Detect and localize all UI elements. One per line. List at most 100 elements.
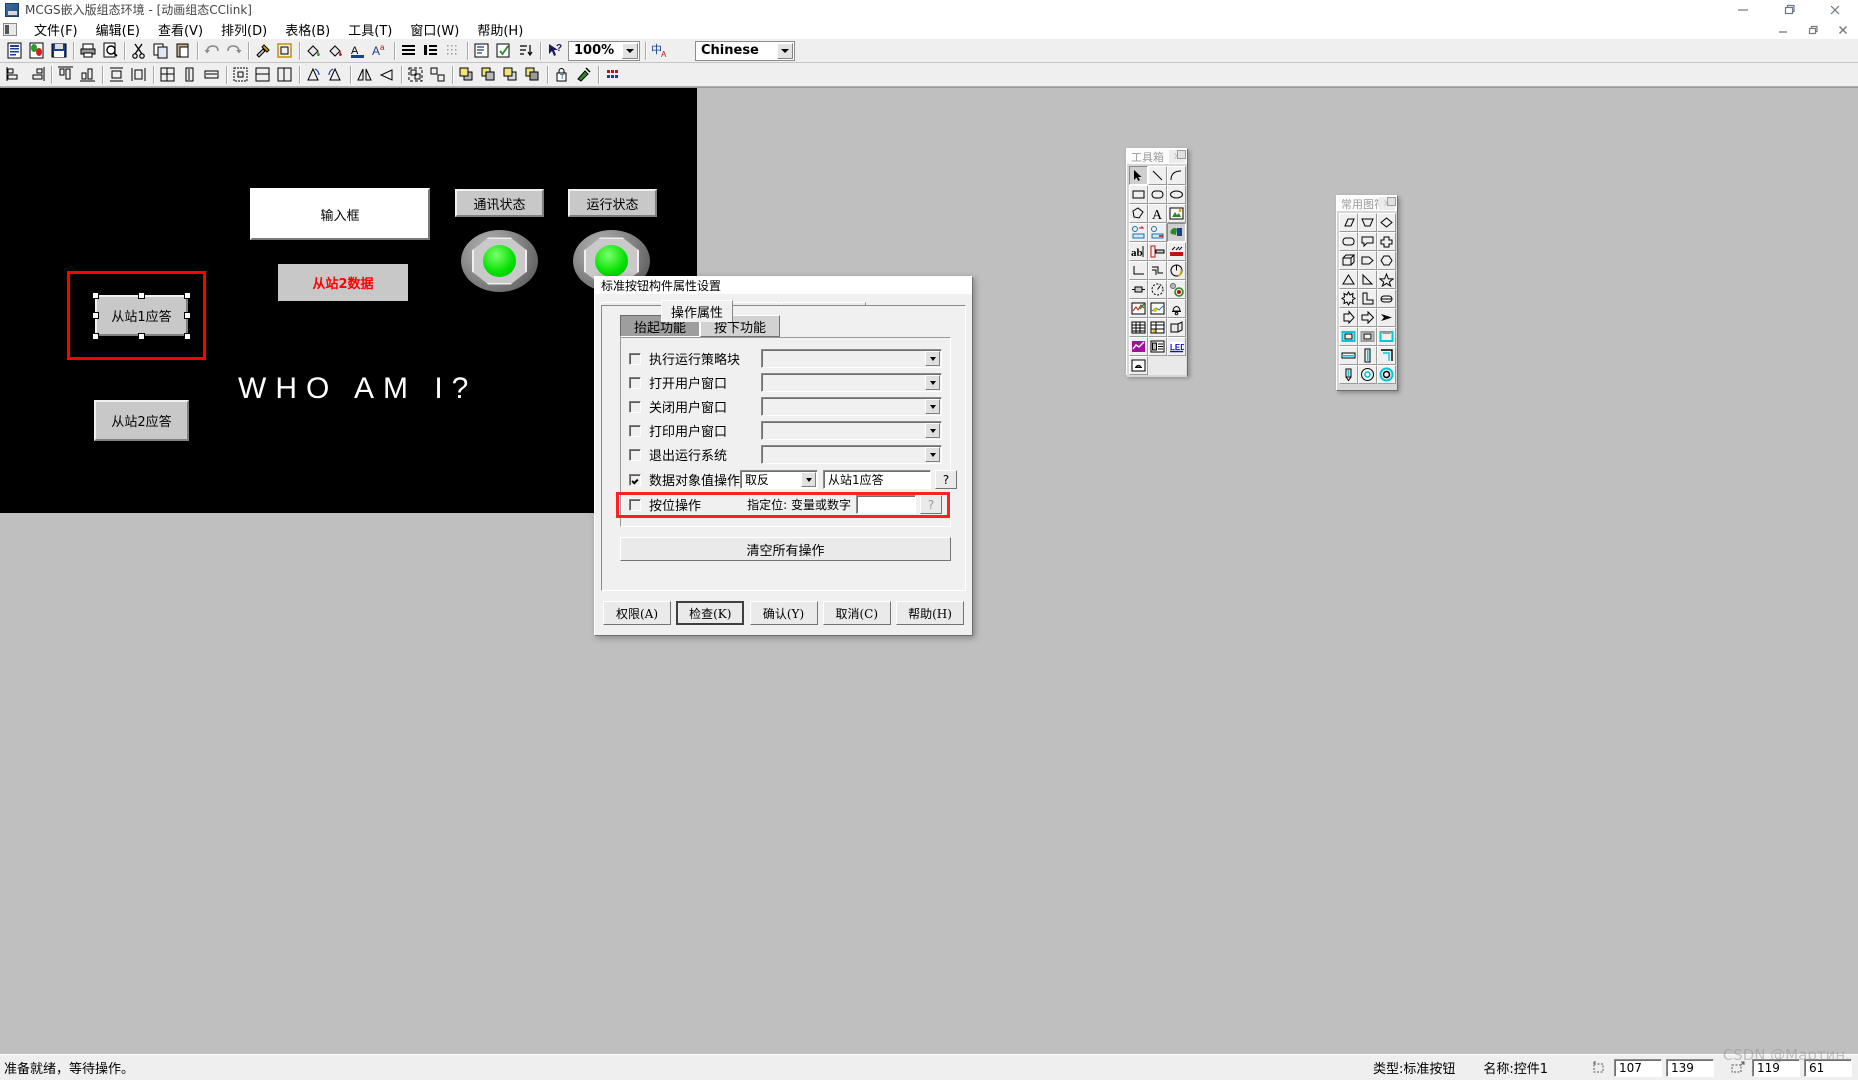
- redo-icon[interactable]: [223, 40, 245, 61]
- text-color-icon[interactable]: A: [347, 40, 369, 61]
- form-list-icon[interactable]: [1148, 337, 1167, 356]
- chevron-down-icon[interactable]: [622, 42, 638, 59]
- open-project-icon[interactable]: [26, 40, 48, 61]
- valve-round-icon[interactable]: [1358, 365, 1377, 384]
- resize-handle-e[interactable]: [184, 312, 191, 319]
- send-backward-icon[interactable]: [522, 64, 544, 85]
- element-graph-red-icon[interactable]: [1148, 223, 1167, 242]
- diamond-icon[interactable]: [1377, 213, 1396, 232]
- center-horizontal-page-icon[interactable]: [252, 64, 274, 85]
- group-icon[interactable]: [405, 64, 427, 85]
- resize-handle-sw[interactable]: [92, 333, 99, 340]
- resize-handle-s[interactable]: [138, 333, 145, 340]
- op-value-run-strategy[interactable]: [761, 349, 942, 368]
- resize-handle-nw[interactable]: [92, 292, 99, 299]
- trapezoid-icon[interactable]: [1358, 213, 1377, 232]
- solid-arrow-icon[interactable]: [1377, 308, 1396, 327]
- triangle-icon[interactable]: [1339, 270, 1358, 289]
- menu-view[interactable]: 查看(V): [149, 19, 212, 40]
- ring-icon[interactable]: [1377, 365, 1396, 384]
- comm-status-lamp[interactable]: [461, 230, 538, 292]
- chevron-down-icon[interactable]: [925, 447, 940, 462]
- pennant-icon[interactable]: [1358, 251, 1377, 270]
- cross-icon[interactable]: [1377, 232, 1396, 251]
- language-combo[interactable]: Chinese: [695, 40, 795, 61]
- resize-handle-w[interactable]: [92, 312, 99, 319]
- element-graph-icon[interactable]: [1129, 223, 1148, 242]
- checkbox-close-window[interactable]: [629, 400, 641, 413]
- height-field[interactable]: 61: [1804, 1058, 1852, 1077]
- realtime-chart-icon[interactable]: [1129, 337, 1148, 356]
- resize-handle-n[interactable]: [138, 292, 145, 299]
- copy-icon[interactable]: [150, 40, 172, 61]
- ime-language-icon[interactable]: 中A: [649, 40, 671, 61]
- center-vertical-page-icon[interactable]: [274, 64, 296, 85]
- rotate-left-icon[interactable]: [303, 64, 325, 85]
- properties-icon[interactable]: [471, 40, 493, 61]
- bit-operation-input[interactable]: [856, 495, 916, 514]
- rounded-rect-icon[interactable]: [1339, 232, 1358, 251]
- bit-operation-browse-button[interactable]: ?: [920, 495, 942, 514]
- indicator-icon[interactable]: [1167, 280, 1186, 299]
- rounded-rect-icon[interactable]: [1148, 185, 1167, 204]
- input-box-element[interactable]: 输入框: [250, 188, 430, 240]
- menu-table[interactable]: 表格(B): [276, 19, 339, 40]
- menu-tools[interactable]: 工具(T): [339, 19, 401, 40]
- menu-arrange[interactable]: 排列(D): [212, 19, 276, 40]
- grid-toggle-icon[interactable]: [442, 40, 464, 61]
- trend-curve-yellow-icon[interactable]: [1148, 299, 1167, 318]
- flip-vertical-icon[interactable]: [376, 64, 398, 85]
- cancel-button[interactable]: 取消(C): [822, 601, 891, 625]
- cylinder-flat-icon[interactable]: [1377, 289, 1396, 308]
- slave2-data-button[interactable]: 从站2数据: [278, 264, 408, 301]
- paste-icon[interactable]: [172, 40, 194, 61]
- lock-icon[interactable]: T: [551, 64, 573, 85]
- dialog-title-bar[interactable]: 标准按钮构件属性设置: [595, 277, 972, 294]
- tools-icon[interactable]: [252, 40, 274, 61]
- table-report-icon[interactable]: [1148, 318, 1167, 337]
- ungroup-icon[interactable]: [427, 64, 449, 85]
- chevron-down-icon[interactable]: [925, 375, 940, 390]
- op-row-open-window[interactable]: 打开用户窗口: [629, 372, 942, 393]
- chevron-down-icon[interactable]: [925, 351, 940, 366]
- op-row-print-window[interactable]: 打印用户窗口: [629, 420, 942, 441]
- chevron-down-icon[interactable]: [777, 42, 793, 59]
- valve-vertical-icon[interactable]: [1339, 365, 1358, 384]
- op-value-print-window[interactable]: [761, 421, 942, 440]
- toolbox-toggle-icon[interactable]: [274, 40, 296, 61]
- help-button[interactable]: 帮助(H): [896, 601, 964, 625]
- corner-pipe-icon[interactable]: [1377, 346, 1396, 365]
- checkbox-run-strategy[interactable]: [629, 352, 641, 365]
- bar-horizontal-icon[interactable]: [1339, 346, 1358, 365]
- checkbox-print-window[interactable]: [629, 424, 641, 437]
- checkbox-bit-operation[interactable]: [629, 498, 641, 511]
- minimize-icon[interactable]: [1720, 0, 1766, 19]
- bring-to-front-icon[interactable]: [456, 64, 478, 85]
- frame-bevel-icon[interactable]: [1377, 327, 1396, 346]
- op-row-exit-runtime[interactable]: 退出运行系统: [629, 444, 942, 465]
- checkbox-data-object-value[interactable]: [629, 473, 641, 486]
- checkbox-open-window[interactable]: [629, 376, 641, 389]
- sun-burst-icon[interactable]: [1339, 289, 1358, 308]
- bar-vertical-icon[interactable]: [1358, 346, 1377, 365]
- bring-forward-icon[interactable]: [500, 64, 522, 85]
- chevron-down-icon[interactable]: [801, 472, 817, 487]
- check-icon[interactable]: [493, 40, 515, 61]
- button-properties-dialog[interactable]: 标准按钮构件属性设置 基本属性 操作属性 脚本程序 可见度属性 抬起功能: [594, 276, 973, 636]
- data-object-value-input[interactable]: 从站1应答: [823, 470, 932, 489]
- frame-cyan-icon[interactable]: [1339, 327, 1358, 346]
- color-palette-icon[interactable]: [602, 64, 624, 85]
- palette-resize-handle[interactable]: [1177, 150, 1186, 159]
- print-icon[interactable]: [77, 40, 99, 61]
- undo-icon[interactable]: [201, 40, 223, 61]
- align-center-vertical-icon[interactable]: [106, 64, 128, 85]
- resize-handle-ne[interactable]: [184, 292, 191, 299]
- label-input-icon[interactable]: ab: [1129, 242, 1148, 261]
- size-equal-icon[interactable]: [157, 64, 179, 85]
- cube-icon[interactable]: [1339, 251, 1358, 270]
- op-value-open-window[interactable]: [761, 373, 942, 392]
- op-row-run-strategy[interactable]: 执行运行策略块: [629, 348, 942, 369]
- sort-icon[interactable]: [515, 40, 537, 61]
- align-center-horizontal-icon[interactable]: [128, 64, 150, 85]
- new-project-icon[interactable]: [4, 40, 26, 61]
